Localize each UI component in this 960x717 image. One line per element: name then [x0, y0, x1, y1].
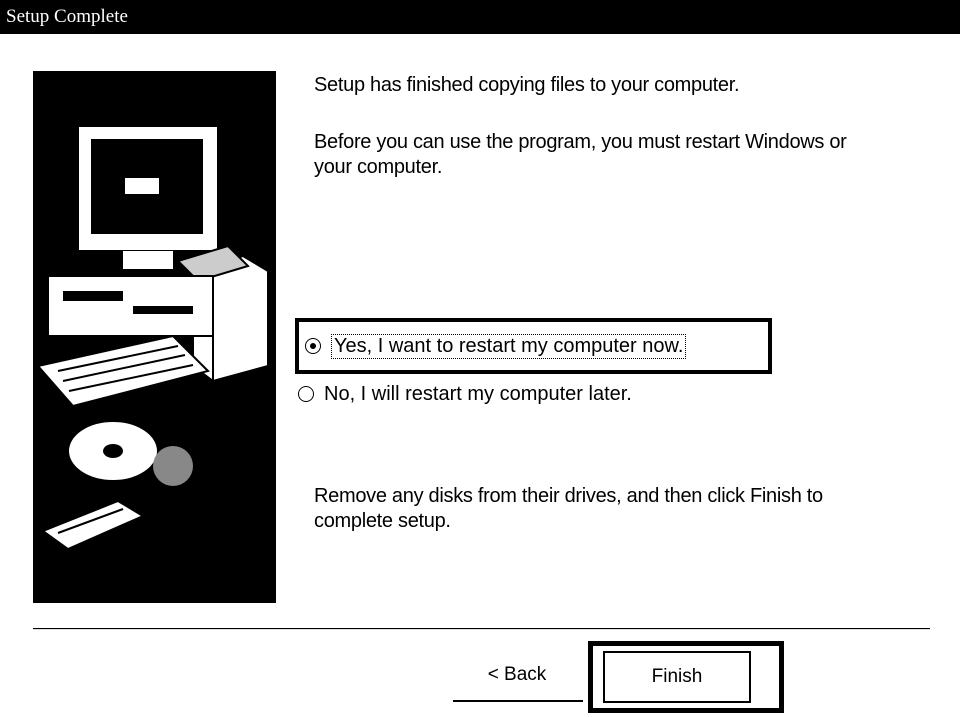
finish-button-label: Finish: [651, 666, 703, 687]
restart-message-line1: Before you can use the program, you must…: [314, 131, 847, 153]
back-button-label: < Back: [487, 664, 547, 685]
restart-message-line2: your computer.: [314, 156, 443, 178]
separator-line: [33, 628, 930, 630]
window-title: Setup Complete: [6, 6, 128, 27]
back-button[interactable]: < Back: [452, 654, 582, 696]
title-bar: Setup Complete: [0, 0, 960, 34]
restart-later-label[interactable]: No, I will restart my computer later.: [324, 383, 632, 406]
radio-unselected-icon[interactable]: [298, 386, 314, 402]
remove-disks-line1: Remove any disks from their drives, and …: [314, 485, 823, 507]
remove-disks-line2: complete setup.: [314, 510, 451, 532]
radio-selected-icon[interactable]: [305, 338, 321, 354]
finished-message: Setup has finished copying files to your…: [314, 74, 740, 96]
computer-and-cd-illustration-icon: [36, 125, 269, 551]
restart-now-option[interactable]: Yes, I want to restart my computer now.: [295, 318, 772, 374]
finish-button[interactable]: Finish: [603, 651, 751, 703]
setup-illustration: [33, 71, 276, 603]
restart-later-option[interactable]: No, I will restart my computer later.: [298, 374, 632, 414]
back-button-underline: [453, 700, 583, 702]
restart-now-label[interactable]: Yes, I want to restart my computer now.: [331, 333, 687, 359]
